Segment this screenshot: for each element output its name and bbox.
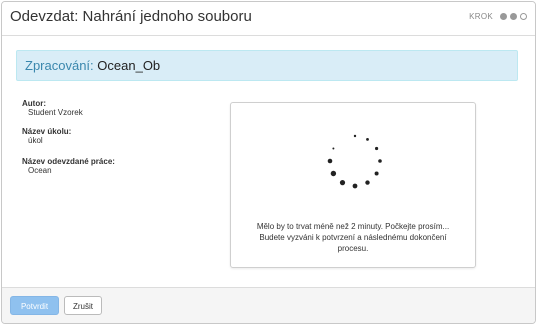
step-dot-1 <box>500 13 507 20</box>
meta-assignment-value: úkol <box>28 136 43 145</box>
banner-filename: Ocean_Ob <box>97 58 161 73</box>
processing-banner: Zpracování: Ocean_Ob <box>16 50 518 81</box>
cancel-button[interactable]: Zrušit <box>64 296 102 315</box>
processing-panel: Mělo by to trvat méně než 2 minuty. Počk… <box>230 102 476 268</box>
confirm-button[interactable]: Potvrdit <box>10 296 59 315</box>
meta-author-value: Student Vzorek <box>28 108 83 117</box>
banner-label: Zpracování: <box>25 58 94 73</box>
meta-submission-value: Ocean <box>28 166 52 175</box>
loading-spinner-icon <box>327 134 382 189</box>
meta-submission: Název odevzdané práce: Ocean <box>22 157 115 175</box>
processing-message-line-3: procesu. <box>337 244 369 253</box>
meta-submission-label: Název odevzdané práce: <box>22 157 115 166</box>
dialog-footer: Potvrdit Zrušit <box>2 287 535 323</box>
meta-author: Autor: Student Vzorek <box>22 99 83 117</box>
meta-author-label: Autor: <box>22 99 46 108</box>
dialog-title: Odevzdat: Nahrání jednoho souboru <box>10 8 252 25</box>
step-label: KROK <box>469 12 493 21</box>
banner-text: Zpracování: Ocean_Ob <box>25 58 160 73</box>
processing-message: Mělo by to trvat méně než 2 minuty. Počk… <box>237 221 469 254</box>
step-dot-3 <box>520 13 527 20</box>
meta-assignment-label: Název úkolu: <box>22 127 72 136</box>
processing-message-line-2: Budete vyzváni k potvrzení a následnému … <box>259 233 447 242</box>
submission-dialog: Odevzdat: Nahrání jednoho souboru KROK Z… <box>1 1 536 324</box>
dialog-header: Odevzdat: Nahrání jednoho souboru KROK <box>2 2 535 36</box>
step-indicator: KROK <box>469 12 527 21</box>
processing-message-line-1: Mělo by to trvat méně než 2 minuty. Počk… <box>256 222 450 231</box>
step-dot-2 <box>510 13 517 20</box>
meta-assignment: Název úkolu: úkol <box>22 127 71 145</box>
